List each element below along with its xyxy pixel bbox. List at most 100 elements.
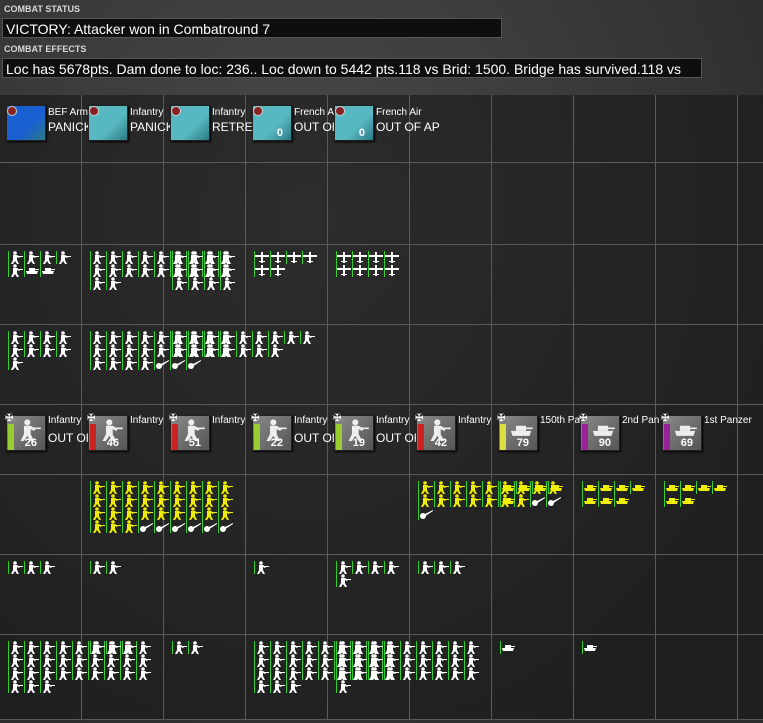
grid-cell[interactable] (738, 635, 763, 720)
grid-cell[interactable] (164, 163, 246, 245)
infantry-icon (336, 641, 350, 654)
infantry-icon (450, 494, 464, 507)
infantry-icon (56, 641, 70, 654)
grid-cell[interactable] (328, 325, 410, 405)
infantry-icon (24, 561, 38, 574)
defender-unit-card[interactable] (6, 105, 46, 141)
grid-cell[interactable] (574, 325, 656, 405)
grid-cell[interactable] (574, 95, 656, 163)
attacker-unit-card[interactable]: ✠ 22 (251, 413, 292, 451)
grid-cell[interactable] (0, 475, 82, 555)
infantry-icon (138, 357, 152, 370)
plane-icon (270, 251, 284, 264)
defender-unit-card[interactable] (88, 105, 128, 141)
infantry-icon (270, 680, 284, 693)
grid-cell[interactable] (656, 163, 738, 245)
infantry-icon (138, 251, 152, 264)
unit-strength: 0 (358, 127, 365, 139)
grid-cell[interactable] (738, 245, 763, 325)
troop-group (172, 641, 242, 654)
infantry-icon (40, 654, 54, 667)
unit-status: OUT OF (48, 431, 94, 445)
strength-bar (254, 424, 260, 450)
grid-cell[interactable] (656, 635, 738, 720)
infantry-icon (450, 561, 464, 574)
unit-strength: 79 (516, 437, 529, 449)
infantry-icon (434, 481, 448, 494)
grid-cell[interactable] (738, 163, 763, 245)
defender-unit-card[interactable] (170, 105, 210, 141)
defender-unit-card[interactable]: 0 (252, 105, 292, 141)
attacker-unit-card[interactable]: ✠ 46 (87, 413, 128, 451)
grid-cell[interactable] (656, 95, 738, 163)
grid-cell[interactable] (492, 555, 574, 635)
troop-group (336, 641, 486, 693)
infantry-icon (90, 251, 104, 264)
tank-icon (614, 494, 628, 507)
infantry-icon (8, 251, 22, 264)
infantry-icon (220, 331, 234, 344)
attacker-unit-card[interactable]: ✠ 42 (415, 413, 456, 451)
grid-cell[interactable] (492, 245, 574, 325)
tank-icon (500, 641, 514, 654)
infantry-icon (286, 641, 300, 654)
infantry-icon (122, 251, 136, 264)
attacker-unit-card[interactable]: ✠ 26 (5, 413, 46, 451)
grid-cell[interactable] (410, 325, 492, 405)
plane-icon (336, 264, 350, 277)
grid-cell[interactable] (492, 95, 574, 163)
unit-name: French Air (376, 107, 422, 118)
attacker-unit-card[interactable]: ✠ 79 (497, 413, 538, 451)
infantry-icon (8, 264, 22, 277)
grid-cell[interactable] (738, 325, 763, 405)
plane-icon (302, 251, 316, 264)
infantry-icon (56, 251, 70, 264)
infantry-icon (188, 344, 202, 357)
combat-effects-text: Loc has 5678pts. Dam done to loc: 236.. … (2, 58, 702, 78)
grid-cell[interactable] (246, 475, 328, 555)
grid-cell[interactable] (738, 555, 763, 635)
infantry-icon (170, 507, 184, 520)
attacker-unit-card[interactable]: ✠ 51 (169, 413, 210, 451)
unit-strength: 0 (276, 127, 283, 139)
roundel-icon (7, 106, 17, 116)
balkenkreuz-icon: ✠ (251, 413, 260, 424)
infantry-icon (352, 667, 366, 680)
grid-cell[interactable] (0, 163, 82, 245)
infantry-icon (154, 264, 168, 277)
infantry-icon (122, 357, 136, 370)
grid-cell[interactable] (246, 163, 328, 245)
grid-cell[interactable] (328, 163, 410, 245)
infantry-icon (284, 331, 298, 344)
grid-cell[interactable] (574, 245, 656, 325)
grid-cell[interactable] (410, 245, 492, 325)
attacker-unit-card[interactable]: ✠ 19 (333, 413, 374, 451)
grid-cell[interactable] (82, 163, 164, 245)
grid-cell[interactable] (164, 555, 246, 635)
attacker-unit-card[interactable]: ✠ 90 (579, 413, 620, 451)
grid-cell[interactable] (656, 245, 738, 325)
grid-cell[interactable] (328, 475, 410, 555)
infantry-icon (106, 561, 120, 574)
infantry-icon (204, 264, 218, 277)
tank-icon (630, 481, 644, 494)
grid-cell[interactable] (492, 163, 574, 245)
infantry-icon (254, 667, 268, 680)
defender-unit-card[interactable]: 0 (334, 105, 374, 141)
grid-cell[interactable] (574, 555, 656, 635)
roundel-icon (335, 106, 345, 116)
infantry-icon (432, 641, 446, 654)
grid-cell[interactable] (738, 475, 763, 555)
grid-cell[interactable] (492, 325, 574, 405)
grid-cell[interactable] (574, 163, 656, 245)
grid-cell[interactable] (410, 163, 492, 245)
grid-cell[interactable] (738, 95, 763, 163)
tank-icon (532, 481, 546, 494)
battle-grid: BEF Arm PANICK Infantry PANICK Infantry RETRE… (0, 95, 763, 720)
infantry-icon (136, 667, 150, 680)
grid-cell[interactable] (656, 325, 738, 405)
infantry-icon (56, 331, 70, 344)
unit-strength: 46 (106, 437, 119, 449)
attacker-unit-card[interactable]: ✠ 69 (661, 413, 702, 451)
grid-cell[interactable] (656, 555, 738, 635)
